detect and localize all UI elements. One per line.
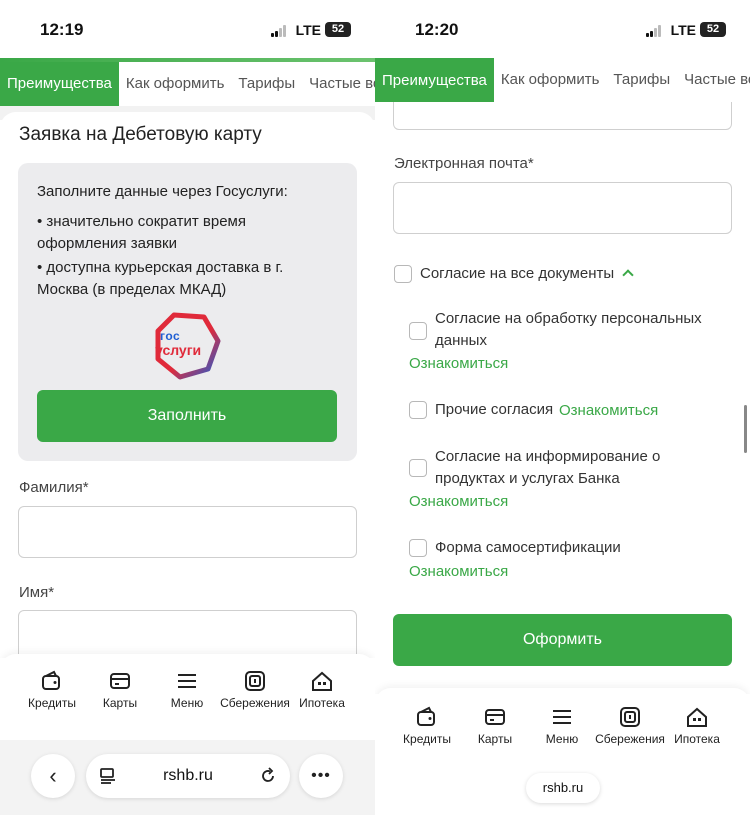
network-label: LTE [670,22,696,38]
nav-credits[interactable]: Кредиты [15,658,89,710]
consent-link[interactable]: Ознакомиться [559,402,658,419]
card-icon [110,673,130,689]
address-bar[interactable]: rshb.ru [86,754,290,798]
chevron-up-icon[interactable] [622,269,634,281]
tab-advantages[interactable]: Преимущества [375,58,494,102]
status-bar: 12:19 LTE 52 [0,0,375,58]
browser-toolbar: ‹ rshb.ru ••• [0,740,375,815]
house-icon [312,671,332,691]
tab-tariffs[interactable]: Тарифы [231,62,302,106]
consent-link[interactable]: Ознакомиться [409,493,508,510]
tab-faq[interactable]: Частые вопросы [677,58,750,102]
consent-checkbox[interactable] [409,401,427,419]
house-icon [687,707,707,727]
menu-icon [178,674,196,688]
section-tabs: ПреимуществаКак оформитьТарифыЧастые воп… [375,58,750,102]
status-bar: 12:20 LTE 52 [375,0,750,58]
fill-via-gosuslugi-button[interactable]: Заполнить [37,390,337,442]
signal-icon [271,25,289,37]
scrollbar[interactable] [744,405,747,453]
bottom-panel: Кредиты Карты Меню Сбережения Ипотека rs… [375,688,750,815]
tab-advantages[interactable]: Преимущества [0,62,119,106]
reload-icon[interactable] [258,766,278,786]
consent-all-checkbox[interactable] [394,265,412,283]
nav-menu[interactable]: Меню [150,658,224,710]
surname-input[interactable] [18,506,357,558]
network-label: LTE [295,22,321,38]
safe-icon [245,671,265,691]
nav-credits[interactable]: Кредиты [390,694,464,746]
more-button[interactable]: ••• [299,754,343,798]
email-label: Электронная почта* [394,155,534,172]
gosuslugi-benefits: • значительно сократит время оформления … [37,211,337,303]
right-screen: Электронная почта* Согласие на все докум… [375,0,750,815]
nav-mortgage[interactable]: Ипотека [285,658,359,710]
nav-cards[interactable]: Карты [83,658,157,710]
consent-text: Согласие на информирование о продуктах и… [435,448,661,487]
bottom-nav: Кредиты Карты Меню Сбережения Ипотека [375,694,750,764]
nav-savings[interactable]: Сбережения [593,694,667,746]
battery-icon: 52 [325,22,351,37]
section-tabs: ПреимуществаКак оформитьТарифыЧастые воп… [0,62,375,106]
surname-label: Фамилия* [19,479,89,496]
consent-text: Прочие согласия [435,401,554,418]
tab-tariffs[interactable]: Тарифы [606,58,677,102]
bottom-nav: Кредиты Карты Меню Сбережения Ипотека [0,658,375,728]
battery-icon: 52 [700,22,726,37]
benefit-item: • доступна курьерская доставка в г. Моск… [37,259,284,298]
safe-icon [620,707,640,727]
gosuslugi-panel: Заполните данные через Госуслуги: • знач… [18,163,357,461]
wallet-icon [42,670,60,690]
address-bar-collapsed[interactable]: rshb.ru [526,773,600,803]
logo-text-top: гос [160,329,181,343]
tab-faq[interactable]: Частые вопросы [302,62,375,106]
back-button[interactable]: ‹ [31,754,75,798]
consent-link[interactable]: Ознакомиться [409,563,508,580]
consent-text: Согласие на обработку персональных данны… [435,310,702,349]
card-icon [485,709,505,725]
gosuslugi-intro: Заполните данные через Госуслуги: [37,183,288,200]
benefit-item: • значительно сократит время оформления … [37,213,246,252]
nav-savings[interactable]: Сбережения [218,658,292,710]
left-screen: 12:19 LTE 52 Преимущества Как оформить Тар… [0,0,375,815]
nav-cards[interactable]: Карты [458,694,532,746]
nav-mortgage[interactable]: Ипотека [660,694,734,746]
wallet-icon [417,706,435,726]
email-input[interactable] [393,182,732,234]
consent-checkbox[interactable] [409,539,427,557]
bottom-panel: Кредиты Карты Меню Сбережения Ипотека ‹ [0,654,375,815]
submit-button[interactable]: Оформить [393,614,732,666]
consent-link[interactable]: Ознакомиться [409,355,508,372]
tab-how-to[interactable]: Как оформить [119,62,232,106]
signal-icon [646,25,664,37]
consent-checkbox[interactable] [409,322,427,340]
name-label: Имя* [19,584,55,601]
form-title: Заявка на Дебетовую карту [19,124,262,145]
consent-all-row[interactable]: Согласие на все документы [420,263,634,285]
tab-how-to[interactable]: Как оформить [494,58,607,102]
consent-text: Форма самосертификации [435,539,621,556]
gosuslugi-logo: гос услуги [152,311,222,381]
consent-all-label: Согласие на все документы [420,265,615,282]
status-time: 12:20 [415,20,459,39]
logo-text-bottom: услуги [155,342,202,358]
menu-icon [553,710,571,724]
status-time: 12:19 [40,20,84,39]
nav-menu[interactable]: Меню [525,694,599,746]
consent-checkbox[interactable] [409,459,427,477]
